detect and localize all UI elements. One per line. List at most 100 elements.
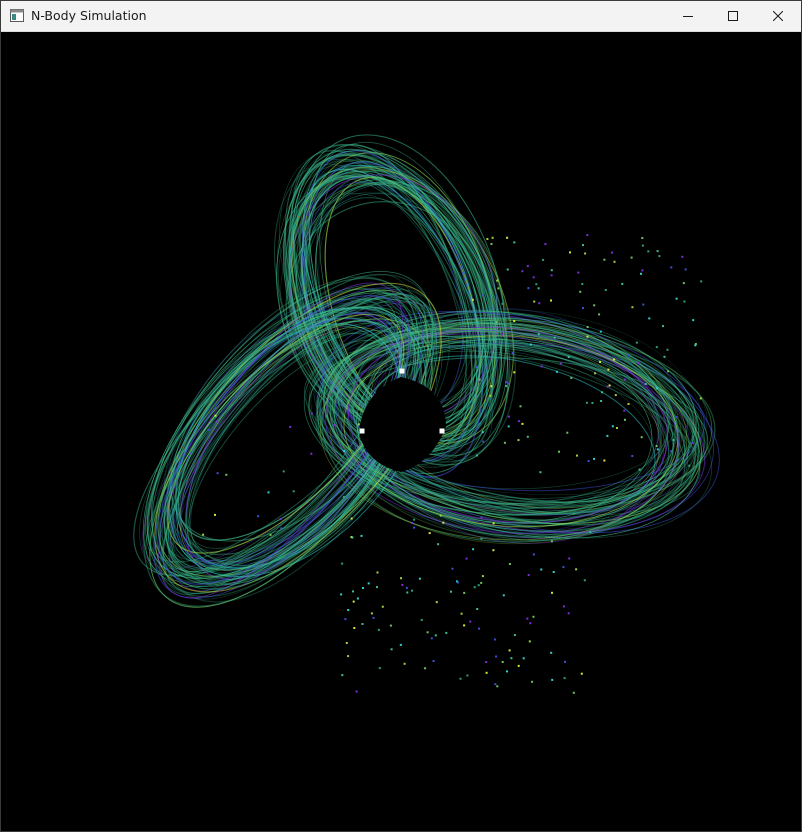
particle — [215, 420, 218, 423]
particle — [623, 409, 626, 412]
particle — [538, 302, 541, 305]
particle — [352, 600, 355, 603]
particle — [663, 355, 666, 358]
particle — [700, 280, 703, 283]
particle — [513, 634, 516, 637]
particle — [675, 416, 678, 419]
maximize-button[interactable] — [710, 1, 756, 31]
particle — [280, 527, 283, 530]
particle — [569, 251, 571, 254]
particle — [376, 586, 378, 589]
particle — [513, 241, 516, 244]
particle-trails — [133, 134, 720, 608]
particle — [599, 330, 602, 333]
particle — [611, 251, 614, 254]
particle — [551, 678, 554, 681]
particle — [482, 440, 485, 443]
particle — [662, 325, 664, 328]
particle — [529, 343, 532, 346]
particle — [623, 378, 626, 381]
particle — [567, 612, 570, 615]
title-bar[interactable]: N-Body Simulation — [1, 1, 801, 32]
particle — [428, 532, 431, 535]
particle — [658, 255, 661, 258]
massive-body — [439, 428, 445, 434]
particle — [537, 333, 540, 336]
particle — [473, 586, 476, 589]
particle — [480, 537, 483, 540]
particle — [347, 655, 350, 658]
particle — [496, 279, 499, 282]
particle — [558, 450, 560, 453]
particle — [532, 615, 535, 618]
particle — [381, 605, 384, 608]
particle — [603, 258, 606, 261]
particle — [613, 358, 616, 361]
particle — [521, 422, 524, 425]
particle — [507, 425, 510, 428]
particle — [694, 343, 697, 345]
particle — [376, 571, 379, 574]
particle — [413, 526, 416, 529]
particle — [485, 661, 488, 663]
particle — [362, 587, 364, 589]
particle — [502, 594, 505, 597]
particle — [537, 287, 540, 290]
particle — [345, 642, 348, 644]
particle — [476, 454, 478, 457]
particle — [559, 362, 562, 365]
particle — [675, 297, 678, 300]
particle — [572, 691, 575, 694]
app-window-icon — [10, 9, 24, 22]
particle — [526, 265, 529, 268]
particle — [505, 385, 508, 388]
simulation-canvas[interactable] — [1, 32, 801, 831]
particle — [528, 640, 531, 643]
close-button[interactable] — [755, 1, 801, 31]
minimize-button[interactable] — [665, 1, 711, 31]
particle — [688, 464, 691, 467]
particle — [586, 326, 589, 328]
particle — [621, 282, 624, 285]
particle — [684, 268, 687, 271]
particle — [567, 356, 570, 359]
particle — [370, 612, 373, 615]
particle — [478, 627, 481, 630]
particle — [377, 628, 380, 631]
particle — [390, 648, 393, 651]
particle — [411, 589, 413, 592]
particle — [451, 567, 454, 570]
particle — [616, 427, 618, 429]
particle — [517, 664, 520, 667]
particle — [403, 662, 406, 665]
particle — [471, 298, 474, 301]
particle — [481, 575, 484, 578]
particle — [599, 361, 602, 363]
particle — [611, 425, 614, 428]
particle — [540, 568, 543, 571]
particle — [614, 394, 617, 397]
particle — [522, 657, 525, 660]
particle — [480, 581, 483, 584]
particle — [666, 348, 669, 351]
particle — [463, 591, 466, 594]
particle — [550, 269, 553, 272]
particle — [267, 491, 270, 494]
particle — [681, 255, 684, 258]
particle — [594, 372, 597, 375]
particle — [445, 631, 448, 634]
particle — [504, 381, 507, 383]
particle — [493, 638, 496, 641]
particle — [325, 415, 328, 418]
particle — [343, 450, 346, 452]
massive-body — [359, 428, 365, 434]
particle — [529, 622, 532, 625]
particle — [350, 517, 353, 520]
particle — [601, 391, 603, 394]
particle — [389, 624, 392, 627]
particle — [506, 236, 509, 239]
particle — [655, 445, 658, 447]
app-window: N-Body Simulation — [0, 0, 802, 832]
particle — [292, 490, 295, 493]
particle — [378, 667, 381, 670]
